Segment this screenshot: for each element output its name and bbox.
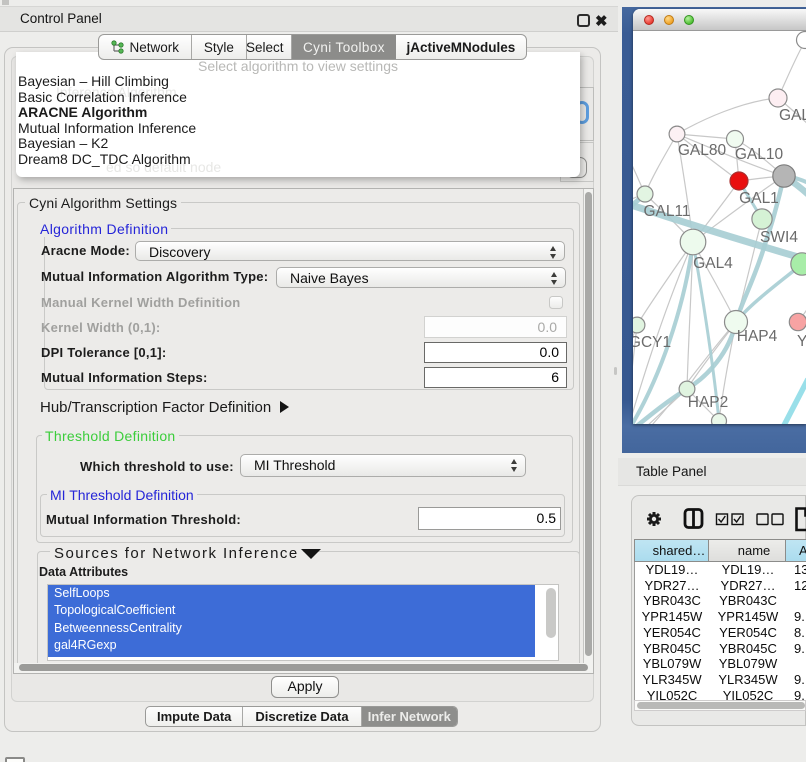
svg-text:HAP4: HAP4: [737, 328, 778, 345]
svg-text:GCY1: GCY1: [633, 334, 671, 351]
svg-text:GAL80: GAL80: [779, 107, 806, 124]
svg-text:GAL80: GAL80: [678, 142, 727, 159]
svg-text:HAP2: HAP2: [688, 394, 729, 411]
svg-text:SWI4: SWI4: [760, 229, 798, 246]
svg-text:GAL1: GAL1: [739, 190, 779, 207]
svg-text:GAL11: GAL11: [643, 203, 690, 220]
svg-text:GAL4: GAL4: [693, 255, 733, 272]
svg-text:GAL10: GAL10: [735, 146, 784, 163]
svg-text:YM: YM: [797, 333, 806, 350]
